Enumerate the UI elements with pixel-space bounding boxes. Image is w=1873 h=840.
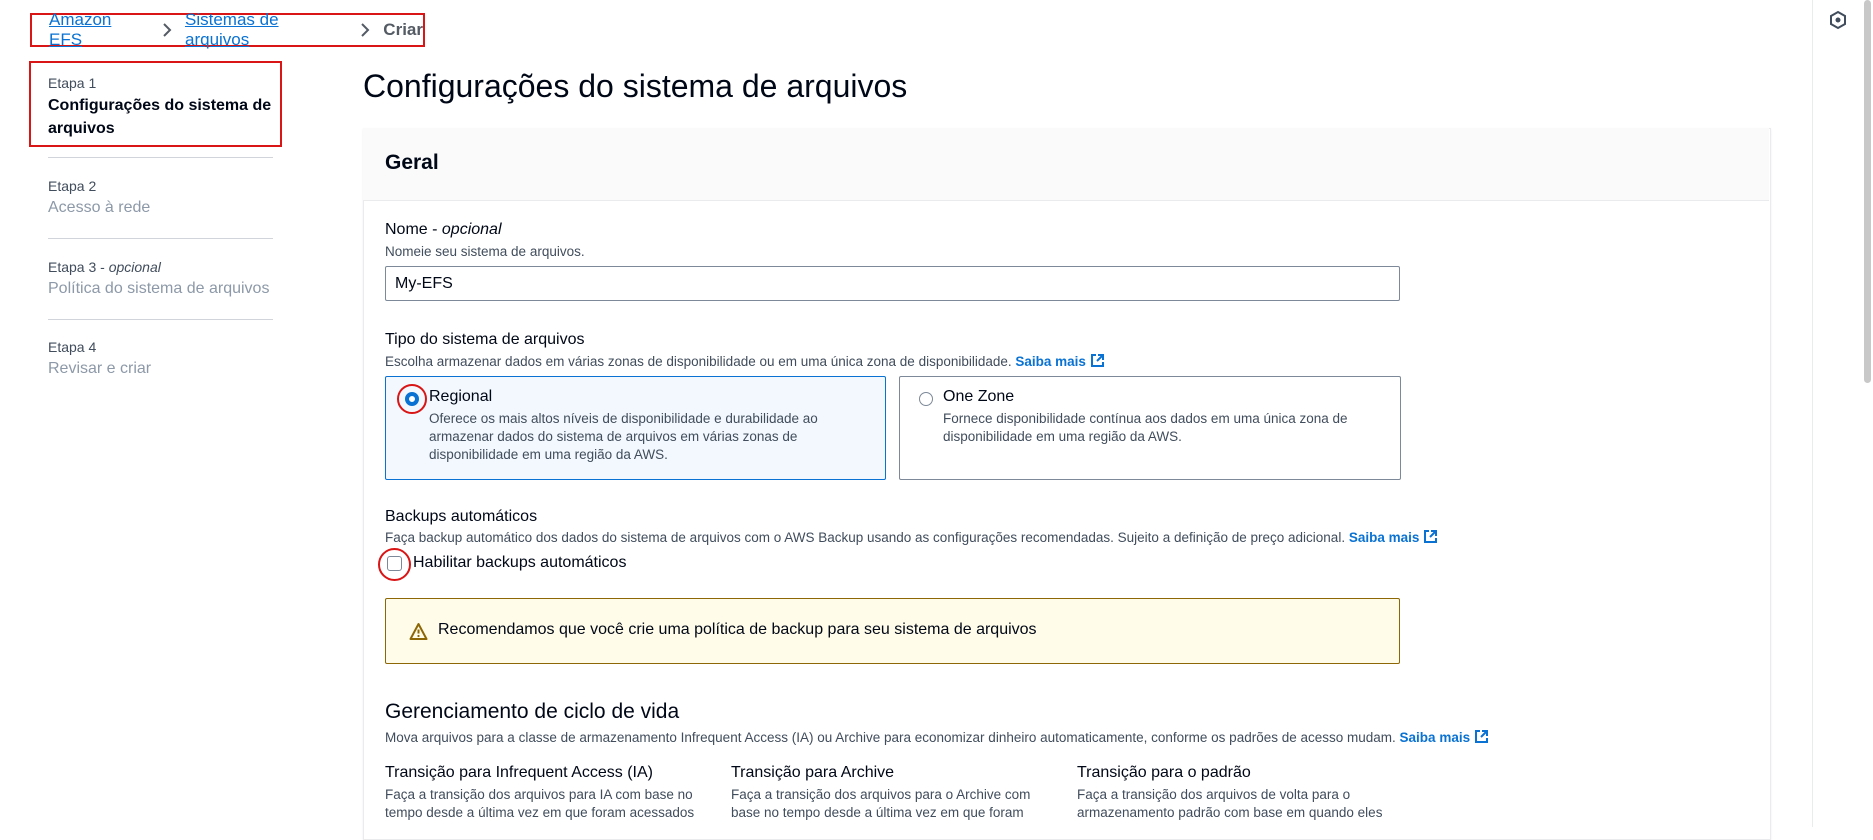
- lifecycle-learn-more-link[interactable]: Saiba mais: [1400, 730, 1490, 745]
- learn-more-text: Saiba mais: [1015, 354, 1086, 369]
- step-2-title: Acesso à rede: [48, 199, 151, 216]
- fs-type-description-row: Escolha armazenar dados em várias zonas …: [385, 353, 1105, 371]
- radio-one-zone[interactable]: [919, 392, 933, 406]
- one-zone-title: One Zone: [943, 388, 1015, 405]
- auto-backups-checkbox[interactable]: [387, 556, 402, 571]
- lifecycle-ia-desc-line2: tempo desde a última vez em que foram ac…: [385, 805, 695, 820]
- lifecycle-title: Gerenciamento de ciclo de vida: [385, 700, 680, 723]
- lifecycle-ia-title: Transição para Infrequent Access (IA): [385, 764, 653, 781]
- right-rail: [1812, 0, 1871, 827]
- breadcrumb-current: Criar: [383, 20, 423, 39]
- lifecycle-archive-desc-line2: base no tempo desde a última vez em que …: [731, 805, 1024, 820]
- chevron-right-icon: [149, 23, 185, 37]
- step-3-title: Política do sistema de arquivos: [48, 280, 270, 297]
- backups-label: Backups automáticos: [385, 508, 538, 525]
- fs-type-description: Escolha armazenar dados em várias zonas …: [385, 354, 1012, 369]
- lifecycle-ia-desc-line1: Faça a transição dos arquivos para IA co…: [385, 787, 693, 802]
- name-optional: opcional: [441, 221, 502, 238]
- step-4-label: Etapa 4: [48, 339, 97, 355]
- lifecycle-archive-title: Transição para Archive: [731, 764, 895, 781]
- step-3-label: Etapa 3 - opcional: [48, 259, 161, 275]
- step-1-title[interactable]: Configurações do sistema de arquivos: [48, 94, 273, 140]
- scrollbar-thumb[interactable]: [1864, 0, 1871, 383]
- step-1-label: Etapa 1: [48, 75, 97, 91]
- lifecycle-standard-desc-line1: Faça a transição dos arquivos de volta p…: [1077, 787, 1351, 802]
- radio-regional[interactable]: [405, 392, 419, 406]
- step-3-label-text: Etapa 3 -: [48, 259, 109, 275]
- settings-hex-icon[interactable]: [1828, 10, 1848, 30]
- learn-more-text: Saiba mais: [1348, 530, 1420, 545]
- page-title: Configurações do sistema de arquivos: [363, 68, 908, 104]
- auto-backups-checkbox-label[interactable]: Habilitar backups automáticos: [413, 554, 626, 572]
- step-3-optional: opcional: [108, 259, 161, 275]
- external-link-icon: [1090, 353, 1105, 371]
- lifecycle-description-row: Mova arquivos para a classe de armazenam…: [385, 729, 1489, 747]
- backups-learn-more-link[interactable]: Saiba mais: [1349, 530, 1439, 545]
- chevron-right-icon: [347, 23, 383, 37]
- name-input[interactable]: [385, 266, 1400, 301]
- fs-type-label: Tipo do sistema de arquivos: [385, 331, 585, 348]
- step-2-label: Etapa 2: [48, 178, 97, 194]
- general-panel-header: [363, 128, 1769, 201]
- lifecycle-archive-desc-line1: Faça a transição dos arquivos para o Arc…: [731, 787, 1031, 802]
- external-link-icon: [1474, 729, 1489, 747]
- one-zone-description: Fornece disponibilidade contínua aos dad…: [943, 411, 1348, 444]
- step-4-title: Revisar e criar: [48, 360, 152, 377]
- backups-description-row: Faça backup automático dos dados do sist…: [385, 529, 1438, 547]
- breadcrumb: Amazon EFS Sistemas de arquivos Criar: [30, 10, 425, 50]
- external-link-icon: [1423, 529, 1438, 547]
- lifecycle-standard-title: Transição para o padrão: [1077, 764, 1251, 781]
- step-divider: [48, 157, 273, 158]
- regional-description: Oferece os mais altos níveis de disponib…: [429, 411, 818, 462]
- backups-description: Faça backup automático dos dados do sist…: [385, 530, 1346, 545]
- breadcrumb-link-amazon-efs[interactable]: Amazon EFS: [49, 10, 149, 50]
- fs-type-learn-more-link[interactable]: Saiba mais: [1015, 354, 1105, 369]
- step-divider: [48, 238, 273, 239]
- name-label-text: Nome -: [385, 221, 442, 238]
- regional-title: Regional: [429, 388, 493, 405]
- name-field-label: Nome - opcional: [385, 221, 502, 239]
- warning-icon: [409, 622, 428, 641]
- general-panel-title: Geral: [385, 151, 439, 174]
- step-divider: [48, 319, 273, 320]
- warning-alert-text: Recomendamos que você crie uma política …: [438, 621, 1037, 638]
- lifecycle-description: Mova arquivos para a classe de armazenam…: [385, 730, 1396, 745]
- lifecycle-standard-desc-line2: armazenamento padrão com base em quando …: [1077, 805, 1383, 820]
- breadcrumb-link-file-systems[interactable]: Sistemas de arquivos: [185, 10, 347, 50]
- name-field-description: Nomeie seu sistema de arquivos.: [385, 244, 585, 259]
- learn-more-text: Saiba mais: [1399, 730, 1471, 745]
